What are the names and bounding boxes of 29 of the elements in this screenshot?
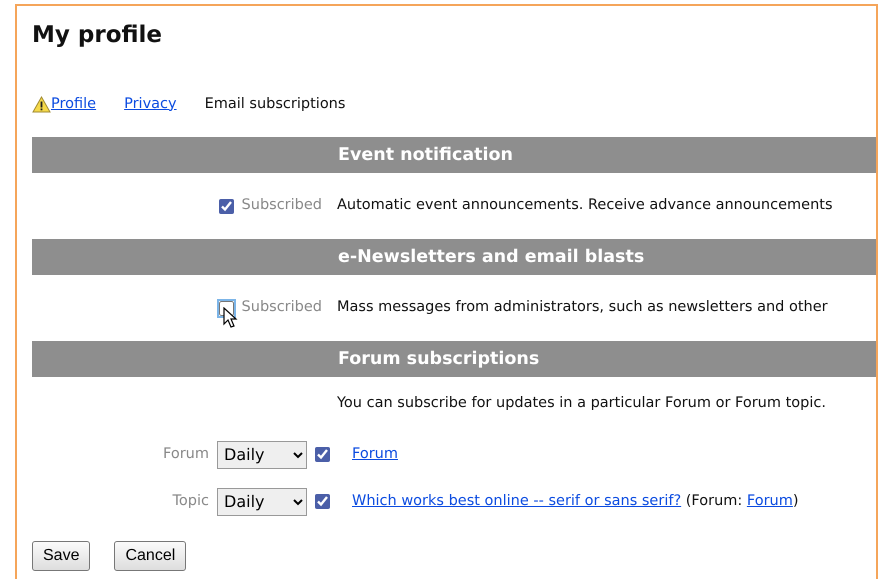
checkbox[interactable] [315, 494, 330, 510]
forum-link[interactable]: Which works best online -- serif or sans serif? [352, 492, 682, 509]
cursor-icon [222, 306, 238, 329]
intro-text: You can subscribe for updates in a particular Forum or Forum topic. [337, 394, 826, 414]
checkbox-label: Subscribed [242, 196, 322, 216]
section-header: Forum subscriptions [32, 341, 876, 378]
note-text: (Forum: [686, 492, 742, 509]
tab-link[interactable]: Privacy [124, 94, 177, 116]
section-header: Event notification [32, 137, 876, 174]
frequency-select[interactable]: Daily [217, 440, 307, 469]
save-button[interactable]: Save [32, 541, 90, 572]
field-label: Topic [172, 492, 209, 511]
field-label: Forum [163, 444, 209, 464]
description-text: Mass messages from administrators, such as newsletters and other [337, 298, 828, 318]
tab-link[interactable]: Profile [51, 94, 96, 116]
checkbox[interactable] [218, 300, 234, 316]
forum-link[interactable]: Forum [746, 492, 793, 509]
cancel-button[interactable]: Cancel [114, 541, 186, 572]
note-text: ) [792, 492, 799, 509]
checkbox[interactable] [315, 447, 330, 462]
tab[interactable]: Email subscriptions [204, 94, 346, 116]
warning-icon [32, 96, 51, 113]
frequency-select[interactable]: Daily [217, 488, 307, 516]
checkbox[interactable] [218, 198, 234, 214]
forum-link[interactable]: Forum [352, 446, 398, 462]
checkbox-label: Subscribed [242, 298, 322, 318]
page-title: My profile [32, 22, 164, 50]
section-header: e-Newsletters and email blasts [32, 239, 876, 276]
description-text: Automatic event announcements. Receive advance announcements [337, 196, 832, 216]
